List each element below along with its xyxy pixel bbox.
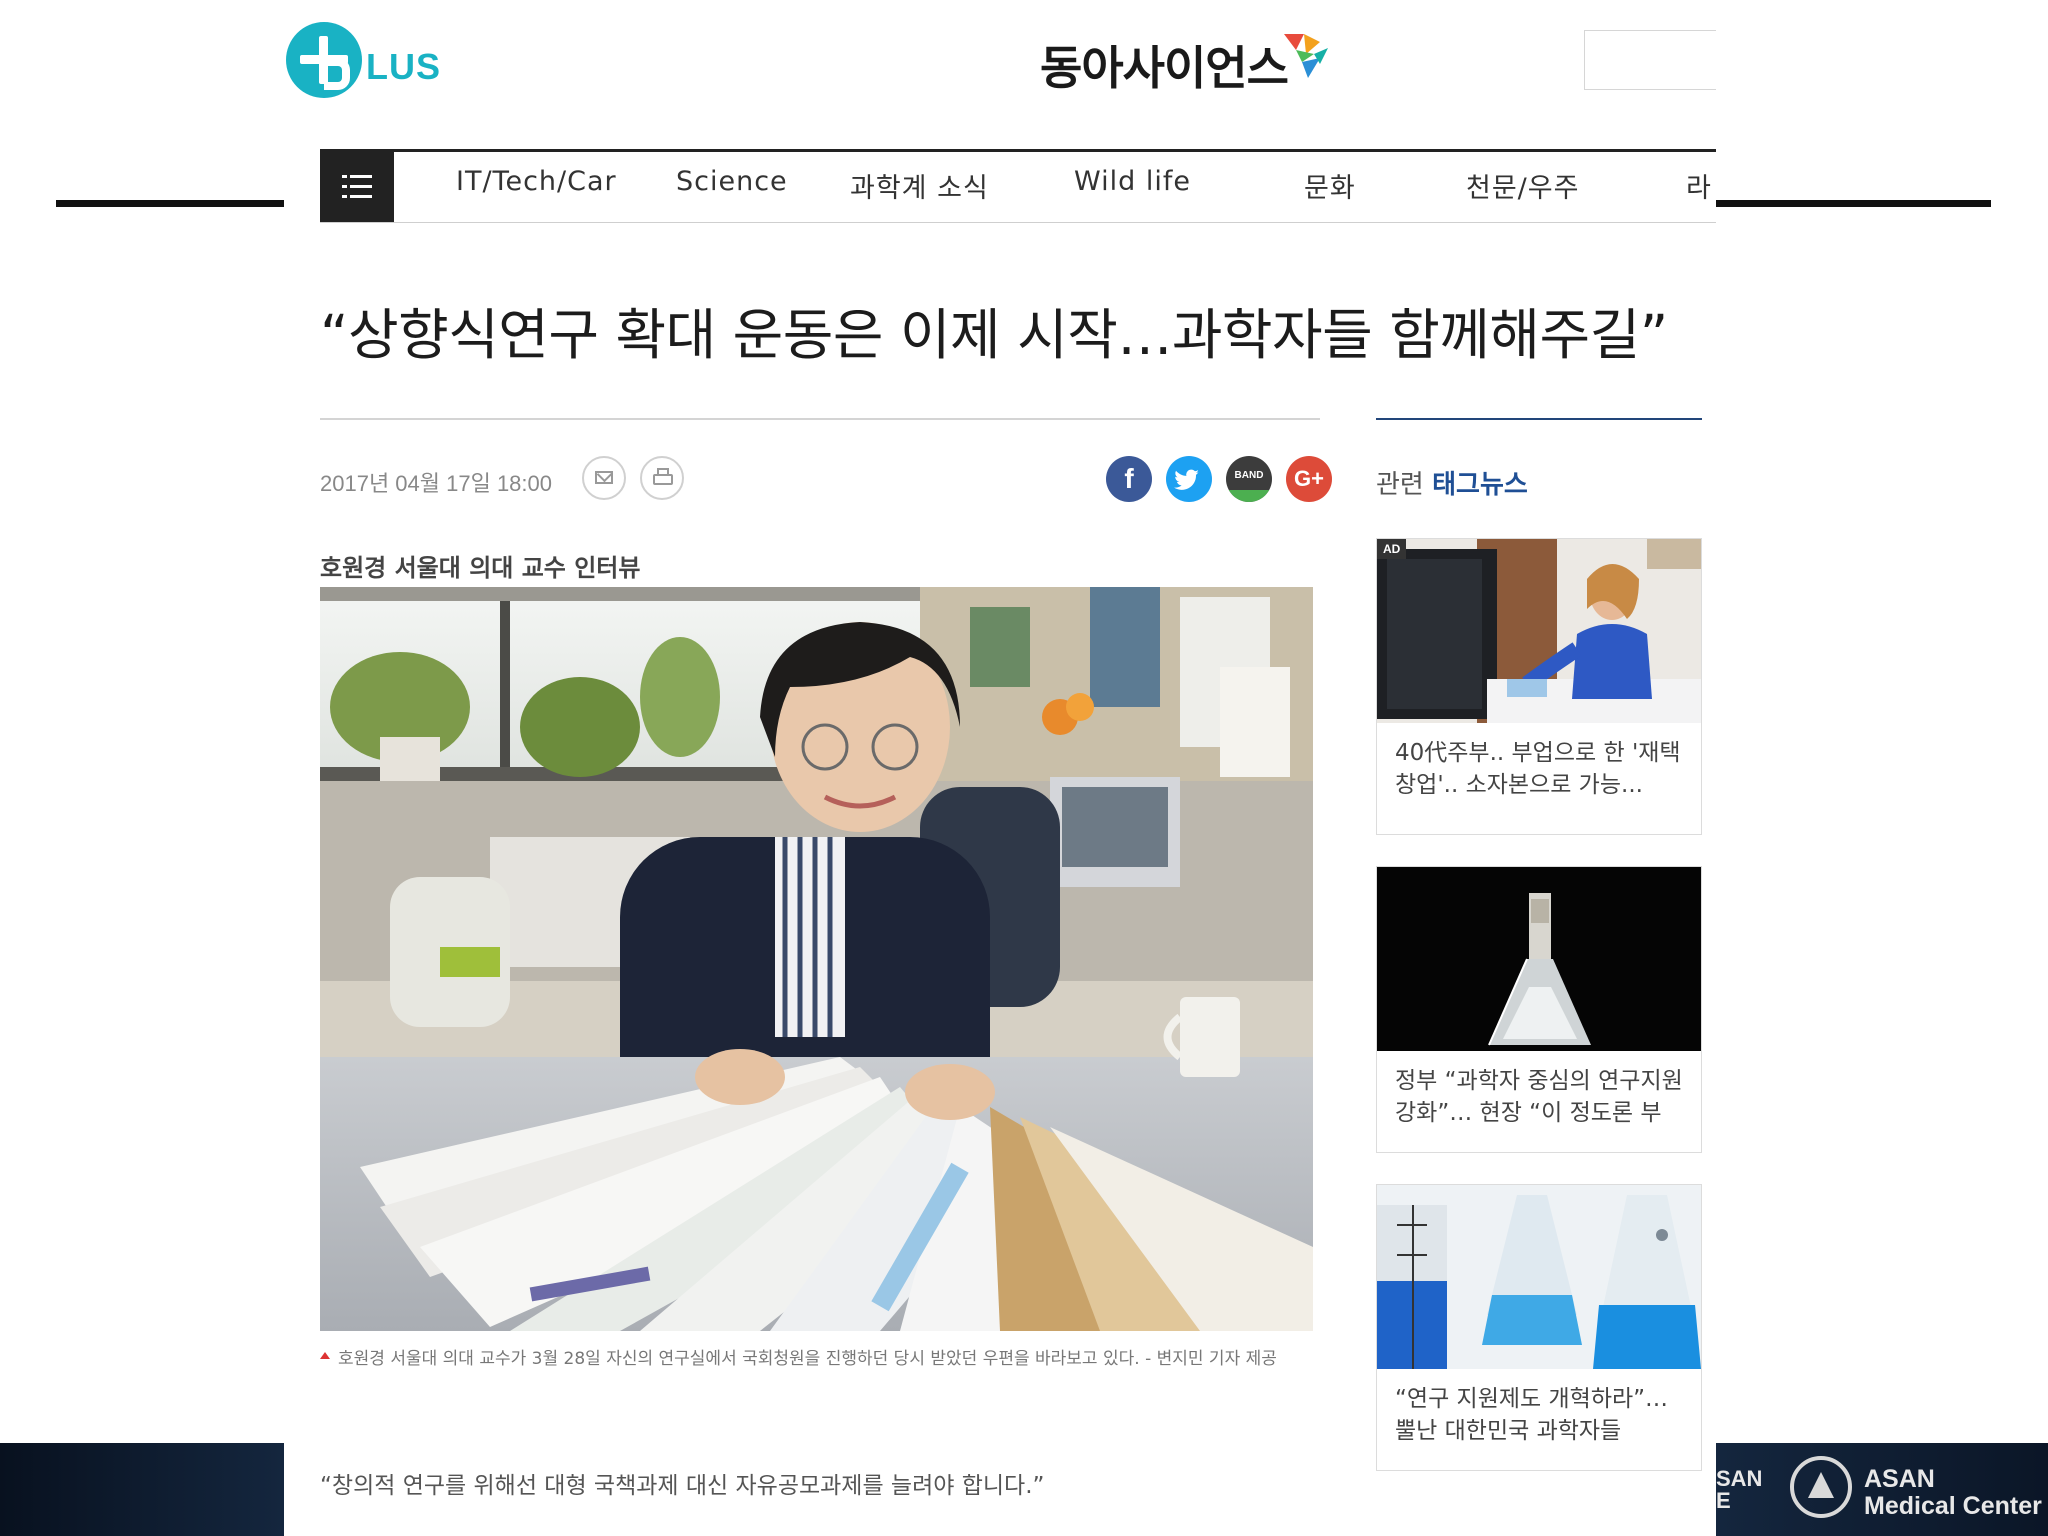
asan-seal-icon <box>1790 1456 1852 1518</box>
band-icon[interactable]: BAND <box>1226 456 1272 502</box>
slide-decor-line-left <box>56 200 284 207</box>
nav-item-science[interactable]: Science <box>676 166 788 197</box>
slide-footer-partial-text: SAN E <box>1716 1466 1763 1513</box>
related-news-image: AD <box>1377 539 1701 723</box>
nav-item-it-tech-car[interactable]: IT/Tech/Car <box>456 166 617 197</box>
main-nav: IT/Tech/Car Science 과학계 소식 Wild life 문화 … <box>320 149 1716 223</box>
related-tag-news-title: 관련 태그뉴스 <box>1376 464 1528 501</box>
article-photo <box>320 587 1313 1331</box>
headline-divider <box>320 418 1320 420</box>
band-label: BAND <box>1234 470 1264 481</box>
menu-button[interactable] <box>320 152 394 222</box>
nav-item-wild-life[interactable]: Wild life <box>1074 166 1191 197</box>
email-share-button[interactable] <box>582 456 626 500</box>
related-news-image <box>1377 1185 1701 1369</box>
slide-footer-band-left <box>0 1443 284 1536</box>
nav-item-culture[interactable]: 문화 <box>1304 166 1356 205</box>
plus-logo-text[interactable]: LUS <box>366 46 441 88</box>
facebook-icon[interactable]: f <box>1106 456 1152 502</box>
print-icon <box>653 468 673 488</box>
plus-logo-icon[interactable] <box>286 22 362 98</box>
ad-badge: AD <box>1377 539 1407 559</box>
article-headline: “상향식연구 확대 운동은 이제 시작…과학자들 함께해주길” <box>320 303 1668 367</box>
print-button[interactable] <box>640 456 684 500</box>
related-label: 관련 <box>1376 470 1424 500</box>
mail-icon <box>595 471 613 484</box>
photo-caption: 호원경 서울대 의대 교수가 3월 28일 자신의 연구실에서 국회청원을 진행… <box>338 1349 1277 1369</box>
related-news-card-3[interactable]: “연구 지원제도 개혁하라”… 뿔난 대한민국 과학자들 <box>1376 1184 1702 1471</box>
nav-item-astronomy[interactable]: 천문/우주 <box>1466 166 1579 205</box>
caption-marker-icon <box>320 1352 330 1359</box>
nav-item-truncated[interactable]: 라 <box>1686 166 1712 205</box>
search-input[interactable] <box>1584 30 1716 90</box>
webpage-screenshot: LUS 동아사이언스 IT/Tech/Car Science 과학계 소식 Wi… <box>284 0 1716 1536</box>
slide-decor-line-right <box>1716 200 1991 207</box>
tag-news-label: 태그뉴스 <box>1432 470 1528 500</box>
brand-mark-icon[interactable] <box>1274 28 1330 84</box>
related-news-title[interactable]: “연구 지원제도 개혁하라”… 뿔난 대한민국 과학자들 <box>1395 1383 1687 1447</box>
article-subhead: 호원경 서울대 의대 교수 인터뷰 <box>320 554 641 582</box>
related-news-title[interactable]: 40代주부.. 부업으로 한 '재택창업'.. 소자본으로 가능... <box>1395 737 1687 801</box>
sidebar-divider <box>1376 418 1702 420</box>
related-news-card-ad[interactable]: AD 40代주부.. 부업으로 한 '재택창업'.. 소자본으로 가능... <box>1376 538 1702 835</box>
site-brand-logo[interactable]: 동아사이언스 <box>1040 32 1289 98</box>
article-lead-quote: “창의적 연구를 위해선 대형 국책과제 대신 자유공모과제를 늘려야 합니다.… <box>320 1473 1045 1499</box>
related-news-image <box>1377 867 1701 1051</box>
related-news-card-2[interactable]: 정부 “과학자 중심의 연구지원 강화”… 현장 “이 정도론 부 <box>1376 866 1702 1153</box>
asan-medical-center-logo: ASAN Medical Center <box>1864 1465 2042 1520</box>
nav-item-science-news[interactable]: 과학계 소식 <box>850 166 989 205</box>
article-date: 2017년 04월 17일 18:00 <box>320 471 552 496</box>
related-news-title[interactable]: 정부 “과학자 중심의 연구지원 강화”… 현장 “이 정도론 부 <box>1395 1065 1687 1129</box>
twitter-icon[interactable] <box>1166 456 1212 502</box>
google-plus-icon[interactable]: G+ <box>1286 456 1332 502</box>
